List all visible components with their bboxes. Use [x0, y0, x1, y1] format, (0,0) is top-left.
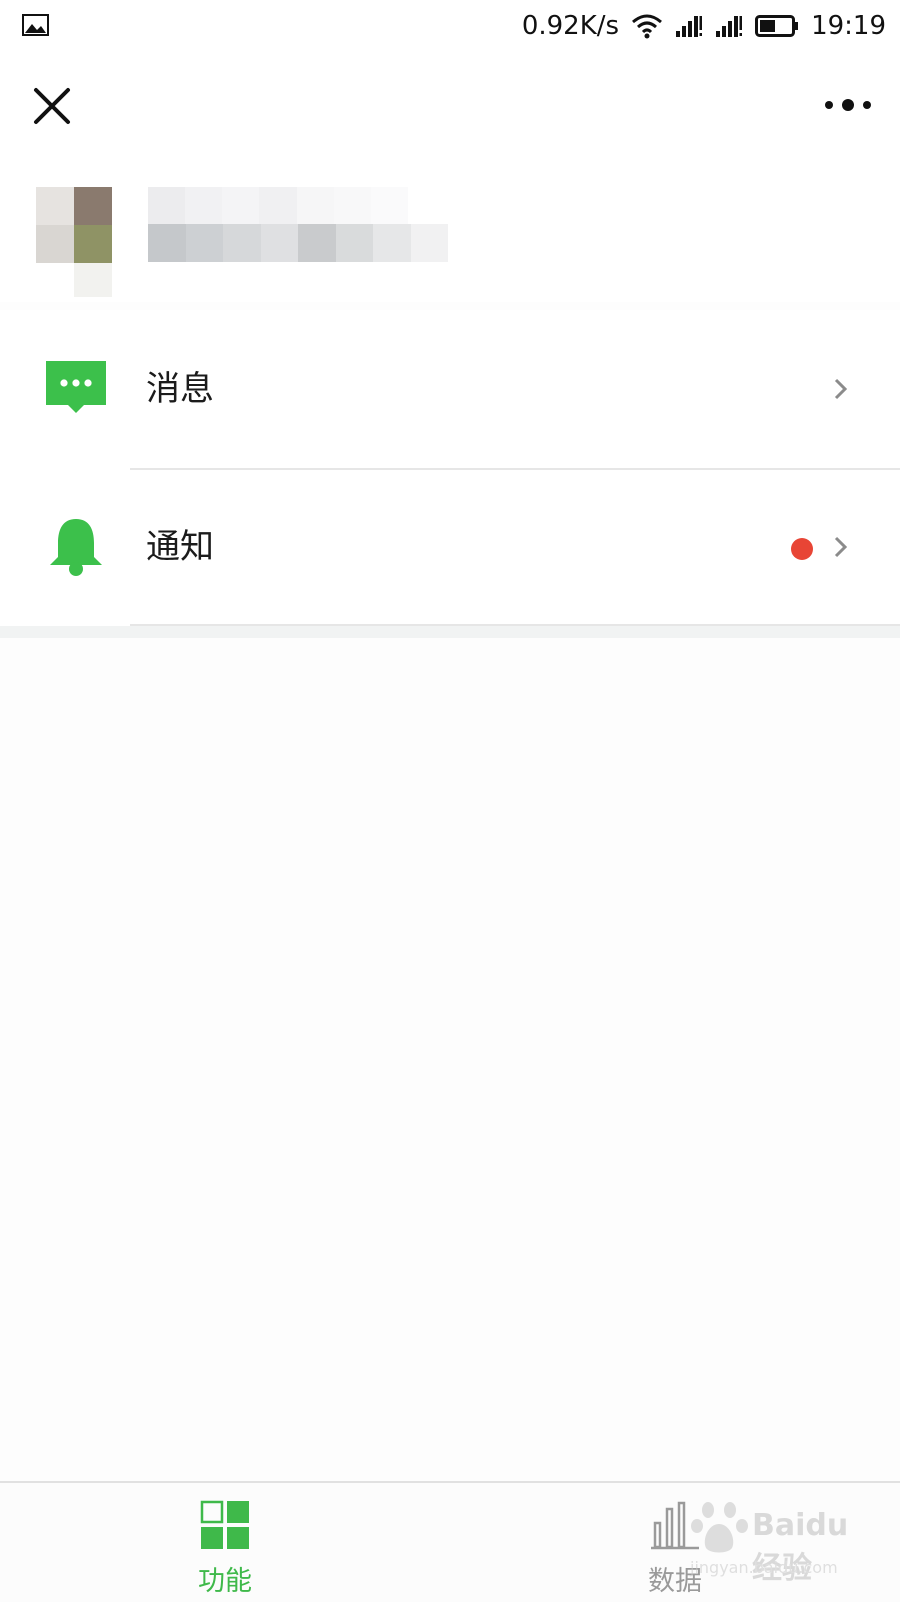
status-bar: 0.92K/s 19:19 [0, 0, 900, 52]
battery-icon [755, 15, 799, 37]
tab-label: 功能 [198, 1566, 252, 1597]
more-icon[interactable] [822, 92, 874, 118]
baidu-watermark: Baidu 经验 jingyan.baidu.com [690, 1500, 880, 1590]
watermark-url: jingyan.baidu.com [690, 1558, 838, 1577]
menu-item-notifications[interactable]: 通知 [0, 468, 900, 626]
tab-functions[interactable]: 功能 [125, 1483, 325, 1602]
profile-subtitle-obscured [148, 224, 448, 262]
avatar[interactable] [36, 187, 112, 297]
paw-logo-icon [691, 1502, 748, 1553]
chevron-right-icon [834, 378, 848, 400]
message-bubble-icon [46, 361, 106, 413]
close-icon[interactable] [30, 84, 74, 128]
profile-name-obscured [148, 187, 408, 225]
status-right: 0.92K/s 19:19 [522, 8, 886, 44]
clock: 19:19 [811, 11, 886, 41]
grid-icon [200, 1500, 249, 1549]
gallery-icon [22, 14, 49, 36]
menu-list: 消息 通知 [0, 310, 900, 626]
menu-item-label: 消息 [146, 369, 214, 409]
network-speed: 0.92K/s [521, 11, 620, 41]
unread-badge [791, 538, 813, 560]
wifi-icon [632, 14, 663, 39]
section-separator [0, 626, 900, 638]
bell-icon [50, 519, 102, 576]
profile-header [0, 152, 900, 302]
chevron-right-icon [834, 536, 848, 558]
signal-icon [716, 16, 743, 37]
top-bar [0, 52, 900, 152]
signal-icon [676, 16, 703, 37]
menu-item-label: 通知 [146, 527, 214, 567]
menu-item-messages[interactable]: 消息 [0, 310, 900, 468]
